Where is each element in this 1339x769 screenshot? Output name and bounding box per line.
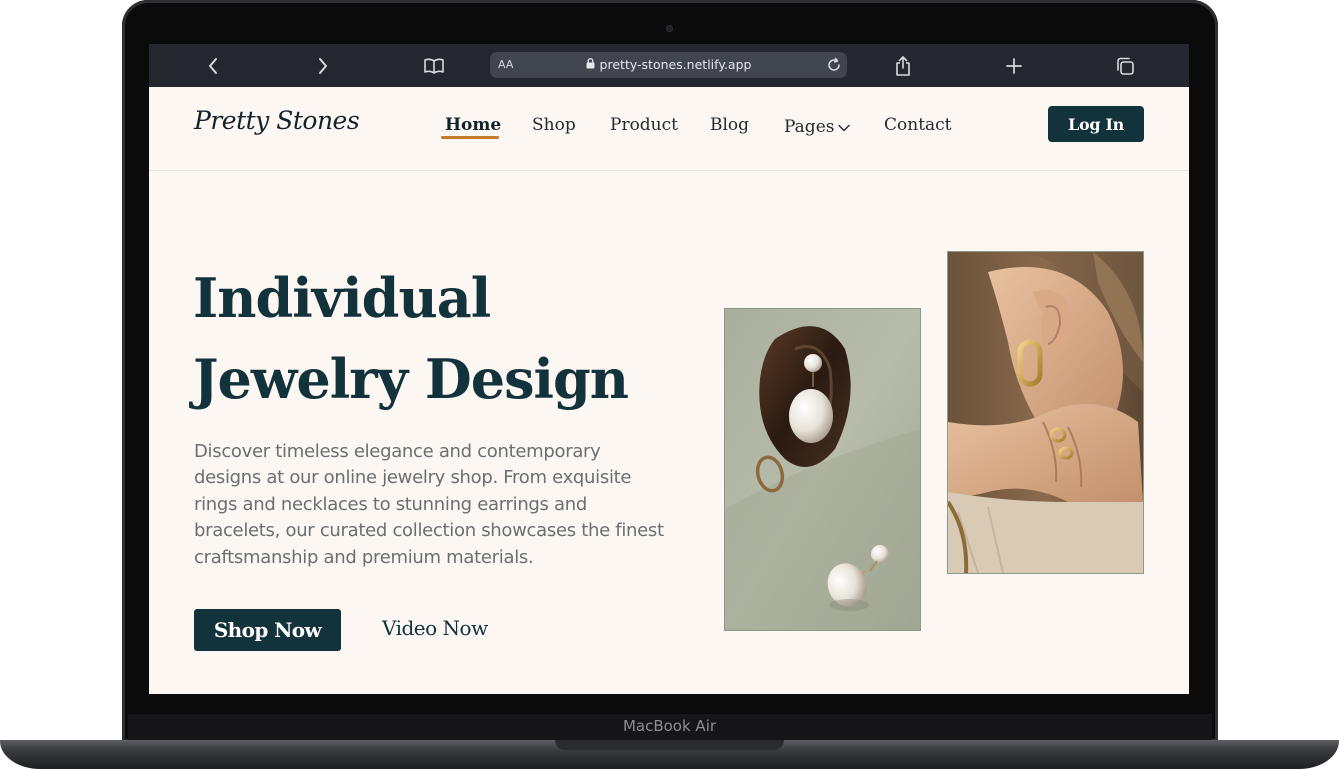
address-bar[interactable]: AA pretty-stones.netlify.app <box>490 52 847 78</box>
nav-active-indicator <box>441 136 499 139</box>
video-now-link[interactable]: Video Now <box>382 616 488 644</box>
model-earring-image <box>947 251 1144 574</box>
url-text: pretty-stones.netlify.app <box>599 57 752 72</box>
nav-pages-label: Pages <box>784 117 835 137</box>
camera-icon <box>666 25 673 32</box>
reload-icon[interactable] <box>826 52 842 78</box>
nav-product[interactable]: Product <box>610 115 678 139</box>
hero-title-line1: Individual <box>193 266 491 330</box>
browser-screen: AA pretty-stones.netlify.app Pretty Ston… <box>149 44 1189 694</box>
site-logo[interactable]: Pretty Stones <box>194 106 360 135</box>
chevron-down-icon <box>838 117 851 137</box>
laptop-notch <box>555 740 784 750</box>
lock-icon <box>586 52 595 78</box>
book-icon[interactable] <box>419 44 449 87</box>
earrings-shell-image <box>724 308 921 631</box>
nav-shop[interactable]: Shop <box>532 115 576 139</box>
hero-description: Discover timeless elegance and contempor… <box>194 441 664 568</box>
hero-title: Individual Jewelry Design <box>193 258 713 420</box>
shop-now-button[interactable]: Shop Now <box>194 609 341 651</box>
chevron-right-icon[interactable] <box>308 44 338 87</box>
nav-pages[interactable]: Pages <box>784 115 851 139</box>
browser-toolbar: AA pretty-stones.netlify.app <box>149 44 1189 87</box>
share-icon[interactable] <box>888 44 918 87</box>
nav-contact[interactable]: Contact <box>884 115 952 139</box>
hero-title-line2: Jewelry Design <box>193 347 629 411</box>
tabs-icon[interactable] <box>1110 44 1140 87</box>
plus-icon[interactable] <box>999 44 1029 87</box>
login-button[interactable]: Log In <box>1048 106 1144 142</box>
url-display[interactable]: pretty-stones.netlify.app <box>490 52 847 78</box>
chevron-left-icon[interactable] <box>198 44 228 87</box>
nav-blog[interactable]: Blog <box>710 115 749 139</box>
device-label: MacBook Air <box>622 717 717 735</box>
